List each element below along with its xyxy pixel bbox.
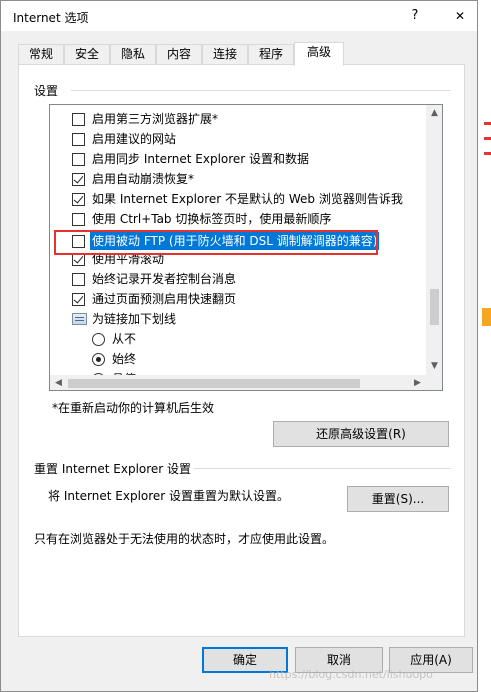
close-icon[interactable]: ✕ bbox=[447, 5, 473, 27]
radio-button[interactable] bbox=[92, 333, 105, 346]
list-item-label: 使用 Ctrl+Tab 切换标签页时，使用最新顺序 bbox=[92, 212, 332, 226]
checkbox[interactable] bbox=[72, 293, 85, 306]
side-marker bbox=[484, 122, 491, 125]
reset-group-divider bbox=[194, 468, 451, 469]
settings-group-divider bbox=[71, 90, 451, 91]
side-marker bbox=[482, 308, 491, 326]
list-item-label: 使用平滑滚动 bbox=[92, 252, 165, 266]
list-item-label: 始终记录开发者控制台消息 bbox=[92, 272, 237, 286]
internet-options-dialog: Internet 选项 ? ✕ 常规 安全 隐私 内容 连接 程序 高级 设置 … bbox=[0, 0, 478, 692]
reset-button[interactable]: 重置(S)... bbox=[347, 486, 449, 512]
list-item-label: 如果 Internet Explorer 不是默认的 Web 浏览器则告诉我 bbox=[92, 192, 403, 206]
list-item-label: 启用建议的网站 bbox=[92, 132, 177, 146]
checkbox[interactable] bbox=[72, 113, 85, 126]
list-item-label: 启用同步 Internet Explorer 设置和数据 bbox=[92, 152, 310, 166]
checkbox[interactable] bbox=[72, 235, 85, 248]
settings-group-label: 设置 bbox=[34, 84, 59, 98]
checkbox[interactable] bbox=[72, 173, 85, 186]
tab-security[interactable]: 安全 bbox=[64, 44, 110, 65]
scroll-up-icon[interactable]: ▲ bbox=[426, 105, 442, 122]
checkbox[interactable] bbox=[72, 133, 85, 146]
reset-description: 将 Internet Explorer 设置重置为默认设置。 bbox=[48, 489, 290, 503]
list-item-label: 始终 bbox=[112, 352, 137, 366]
scroll-left-icon[interactable]: ◀ bbox=[50, 375, 67, 390]
side-marker bbox=[484, 137, 491, 140]
reset-warning-note: 只有在浏览器处于无法使用的状态时，才应使用此设置。 bbox=[34, 532, 335, 546]
list-item-label: 从不 bbox=[112, 332, 137, 346]
list-category-label: 为链接加下划线 bbox=[92, 312, 177, 326]
list-item-label: 启用第三方浏览器扩展* bbox=[92, 112, 219, 126]
list-item-label: 启用自动崩溃恢复* bbox=[92, 172, 195, 186]
radio-button[interactable] bbox=[92, 353, 105, 366]
checkbox[interactable] bbox=[72, 213, 85, 226]
checkbox[interactable] bbox=[72, 253, 85, 266]
tab-programs[interactable]: 程序 bbox=[248, 44, 294, 65]
restore-advanced-settings-button[interactable]: 还原高级设置(R) bbox=[273, 421, 449, 447]
settings-list-viewport: 启用第三方浏览器扩展* 启用建议的网站 启用同步 Internet Explor… bbox=[50, 105, 426, 375]
scroll-right-icon[interactable]: ▶ bbox=[409, 375, 426, 390]
category-icon bbox=[72, 313, 87, 325]
tab-general[interactable]: 常规 bbox=[18, 44, 64, 65]
list-item-label: 通过页面预测启用快速翻页 bbox=[92, 292, 237, 306]
vertical-scrollbar[interactable]: ▲ ▼ bbox=[426, 105, 442, 375]
horizontal-scroll-thumb[interactable] bbox=[68, 379, 360, 388]
checkbox[interactable] bbox=[72, 273, 85, 286]
checkbox[interactable] bbox=[72, 193, 85, 206]
scroll-corner bbox=[426, 375, 442, 390]
watermark: https://blog.csdn.net/lishuopo bbox=[269, 668, 433, 681]
restart-note: *在重新启动你的计算机后生效 bbox=[52, 401, 215, 415]
side-marker bbox=[484, 152, 491, 155]
list-item-label: 使用被动 FTP (用于防火墙和 DSL 调制解调器的兼容) bbox=[90, 232, 380, 250]
tab-connections[interactable]: 连接 bbox=[202, 44, 248, 65]
checkbox[interactable] bbox=[72, 153, 85, 166]
tab-content[interactable]: 内容 bbox=[156, 44, 202, 65]
horizontal-scrollbar[interactable]: ◀ ▶ bbox=[50, 375, 426, 390]
window-title: Internet 选项 bbox=[13, 11, 89, 25]
help-button[interactable]: ? bbox=[403, 5, 427, 27]
tab-privacy[interactable]: 隐私 bbox=[110, 44, 156, 65]
settings-list[interactable]: 启用第三方浏览器扩展* 启用建议的网站 启用同步 Internet Explor… bbox=[49, 104, 443, 391]
vertical-scroll-thumb[interactable] bbox=[430, 289, 439, 325]
tab-advanced[interactable]: 高级 bbox=[294, 42, 344, 66]
title-bar[interactable]: Internet 选项 ? ✕ bbox=[1, 1, 477, 31]
reset-group-label: 重置 Internet Explorer 设置 bbox=[34, 462, 192, 476]
scroll-down-icon[interactable]: ▼ bbox=[426, 358, 442, 375]
